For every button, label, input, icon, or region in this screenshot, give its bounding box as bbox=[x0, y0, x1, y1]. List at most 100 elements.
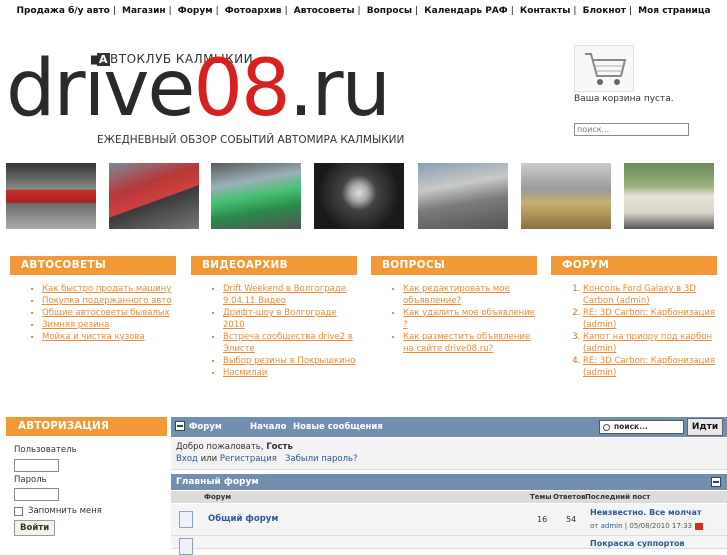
forum-post-link[interactable]: Консоль Ford Galaxy в 3D Carbon (admin) bbox=[583, 284, 696, 306]
nav-notebook[interactable]: Блокнот bbox=[583, 6, 626, 16]
nav-auto-tips[interactable]: Автосоветы bbox=[294, 6, 355, 16]
password-label: Пароль bbox=[14, 475, 47, 485]
remember-me-label: Запомнить меня bbox=[28, 506, 102, 516]
forum-latest-box: ФОРУМ Консоль Ford Galaxy в 3D Carbon (a… bbox=[551, 256, 717, 379]
login-title: АВТОРИЗАЦИЯ bbox=[6, 417, 167, 436]
list-item: Консоль Ford Galaxy в 3D Carbon (admin) bbox=[583, 283, 717, 307]
list-item: Drift Weekend в Волгограде 9.04.11 Видео bbox=[223, 283, 357, 307]
site-search-input[interactable] bbox=[574, 123, 689, 136]
table-header: Форум Темы Ответов Последний пост bbox=[171, 491, 727, 503]
box-title: ВИДЕОАРХИВ bbox=[191, 256, 357, 275]
auto-tips-box: АВТОСОВЕТЫ Как быстро продать машину Пок… bbox=[10, 256, 176, 343]
photo-thumbnail[interactable] bbox=[418, 163, 508, 229]
tip-link[interactable]: Мойка и чистка кузова bbox=[42, 332, 145, 342]
video-link[interactable]: Drift Weekend в Волгограде 9.04.11 Видео bbox=[223, 284, 346, 306]
tip-link[interactable]: Как быстро продать машину bbox=[42, 284, 171, 294]
nav-questions[interactable]: Вопросы bbox=[367, 6, 412, 16]
logo-tagline: ЕЖЕДНЕВНЫЙ ОБЗОР СОБЫТИЙ АВТОМИРА КАЛМЫК… bbox=[97, 134, 405, 146]
nav-my-page[interactable]: Моя страница bbox=[638, 6, 710, 16]
welcome-bar: Добро пожаловать, Гость Вход или Регистр… bbox=[171, 438, 727, 470]
forum-name-link[interactable]: Общий форум bbox=[208, 514, 278, 524]
forum-panel: Форум Начало Новые сообщения поиск... Ид… bbox=[171, 417, 727, 555]
last-post-link[interactable]: Покраска суппортов bbox=[590, 539, 685, 548]
shopping-cart-icon[interactable] bbox=[574, 45, 634, 92]
replies-count: 54 bbox=[566, 515, 577, 524]
forum-folder-icon bbox=[179, 538, 193, 555]
collapse-icon[interactable] bbox=[711, 477, 721, 487]
table-row: Покраска суппортов bbox=[171, 536, 727, 555]
nav-contacts[interactable]: Контакты bbox=[520, 6, 571, 16]
register-link[interactable]: Регистрация bbox=[220, 454, 277, 464]
author-link[interactable]: admin bbox=[601, 522, 623, 530]
video-link[interactable]: Встреча сообщества drive2 в Элисте bbox=[223, 332, 353, 354]
guest-name: Гость bbox=[266, 442, 293, 452]
list-item: Как быстро продать машину bbox=[42, 283, 176, 295]
password-input[interactable] bbox=[14, 488, 59, 501]
list-item: RE: 3D Carbon: Карбонизация (admin) bbox=[583, 355, 717, 379]
list-item: Покупка подержанного авто bbox=[42, 295, 176, 307]
cart-status: Ваша корзина пуста. bbox=[574, 94, 674, 104]
tip-link[interactable]: Общие автосоветы бывалых bbox=[42, 308, 170, 318]
username-label: Пользователь bbox=[14, 445, 77, 455]
list-item: Общие автосоветы бывалых bbox=[42, 307, 176, 319]
forum-post-link[interactable]: Капот на приору под карбон (admin) bbox=[583, 332, 712, 354]
tip-link[interactable]: Зимняя резина bbox=[42, 320, 109, 330]
question-link[interactable]: Как разместить объявление на сайте drive… bbox=[403, 332, 530, 354]
list-item: Выбор резины в Покрышкино bbox=[223, 355, 357, 367]
list-item: Капот на приору под карбон (admin) bbox=[583, 331, 717, 355]
list-item: Дрифт-шоу в Волгограде 2010 bbox=[223, 307, 357, 331]
list-item: Как разместить объявление на сайте drive… bbox=[403, 331, 537, 355]
last-post-link[interactable]: Неизвестно. Все молчат bbox=[590, 508, 702, 517]
forum-search-input[interactable]: поиск... bbox=[599, 420, 684, 434]
login-link[interactable]: Вход bbox=[176, 454, 198, 464]
video-link[interactable]: Выбор резины в Покрышкино bbox=[223, 356, 355, 366]
remember-me-checkbox[interactable] bbox=[14, 507, 23, 516]
photo-thumbnail[interactable] bbox=[624, 163, 714, 229]
list-item: Зимняя резина bbox=[42, 319, 176, 331]
photo-thumbnail[interactable] bbox=[109, 163, 199, 229]
forum-home-link[interactable]: Начало bbox=[250, 422, 287, 432]
collapse-icon[interactable] bbox=[175, 421, 185, 431]
welcome-text: Добро пожаловать, bbox=[176, 442, 264, 452]
nav-sales[interactable]: Продажа б/у авто bbox=[16, 6, 109, 16]
photo-thumbnail[interactable] bbox=[6, 163, 96, 229]
box-title: ВОПРОСЫ bbox=[371, 256, 537, 275]
list-item: Как удалить мое объявление ? bbox=[403, 307, 537, 331]
video-link[interactable]: Насмилаи bbox=[223, 368, 267, 378]
login-panel: АВТОРИЗАЦИЯ Пользователь Пароль Запомнит… bbox=[6, 417, 167, 545]
box-title: ФОРУМ bbox=[551, 256, 717, 275]
questions-box: ВОПРОСЫ Как редактировать мое объявление… bbox=[371, 256, 537, 355]
nav-photo-archive[interactable]: Фотоархив bbox=[225, 6, 282, 16]
forum-toolbar: Форум Начало Новые сообщения поиск... Ид… bbox=[171, 417, 727, 437]
photo-thumbnail[interactable] bbox=[521, 163, 611, 229]
forum-search-button[interactable]: Идти bbox=[687, 418, 723, 436]
top-navigation: Продажа б/у авто | Магазин | Форум | Фотоар… bbox=[16, 6, 711, 16]
go-to-post-icon[interactable] bbox=[695, 522, 704, 530]
main-forum-title[interactable]: Главный форум bbox=[176, 477, 259, 487]
question-link[interactable]: Как удалить мое объявление ? bbox=[403, 308, 535, 330]
nav-calendar[interactable]: Календарь РАФ bbox=[424, 6, 507, 16]
nav-forum[interactable]: Форум bbox=[178, 6, 213, 16]
video-link[interactable]: Дрифт-шоу в Волгограде 2010 bbox=[223, 308, 337, 330]
logo-wordmark: drive08.ru bbox=[6, 44, 391, 134]
list-item: Как редактировать мое объявление? bbox=[403, 283, 537, 307]
forum-title[interactable]: Форум bbox=[189, 422, 222, 432]
username-input[interactable] bbox=[14, 459, 59, 472]
login-button[interactable]: Войти bbox=[14, 520, 56, 536]
box-title: АВТОСОВЕТЫ bbox=[10, 256, 176, 275]
nav-shop[interactable]: Магазин bbox=[122, 6, 166, 16]
tip-link[interactable]: Покупка подержанного авто bbox=[42, 296, 172, 306]
photo-thumbnail[interactable] bbox=[211, 163, 301, 229]
forum-new-posts-link[interactable]: Новые сообщения bbox=[293, 422, 383, 432]
question-link[interactable]: Как редактировать мое объявление? bbox=[403, 284, 510, 306]
video-archive-box: ВИДЕОАРХИВ Drift Weekend в Волгограде 9.… bbox=[191, 256, 357, 379]
site-logo[interactable]: А ВТОКЛУБ КАЛМЫКИИ drive08.ru ЕЖЕДНЕВНЫЙ … bbox=[6, 28, 446, 160]
list-item: Встреча сообщества drive2 в Элисте bbox=[223, 331, 357, 355]
forum-post-link[interactable]: RE: 3D Carbon: Карбонизация (admin) bbox=[583, 308, 715, 330]
forum-folder-icon bbox=[179, 511, 193, 528]
photo-strip bbox=[0, 163, 727, 229]
list-item: RE: 3D Carbon: Карбонизация (admin) bbox=[583, 307, 717, 331]
forum-post-link[interactable]: RE: 3D Carbon: Карбонизация (admin) bbox=[583, 356, 715, 378]
forgot-password-link[interactable]: Забыли пароль? bbox=[285, 454, 358, 464]
photo-thumbnail[interactable] bbox=[314, 163, 404, 229]
